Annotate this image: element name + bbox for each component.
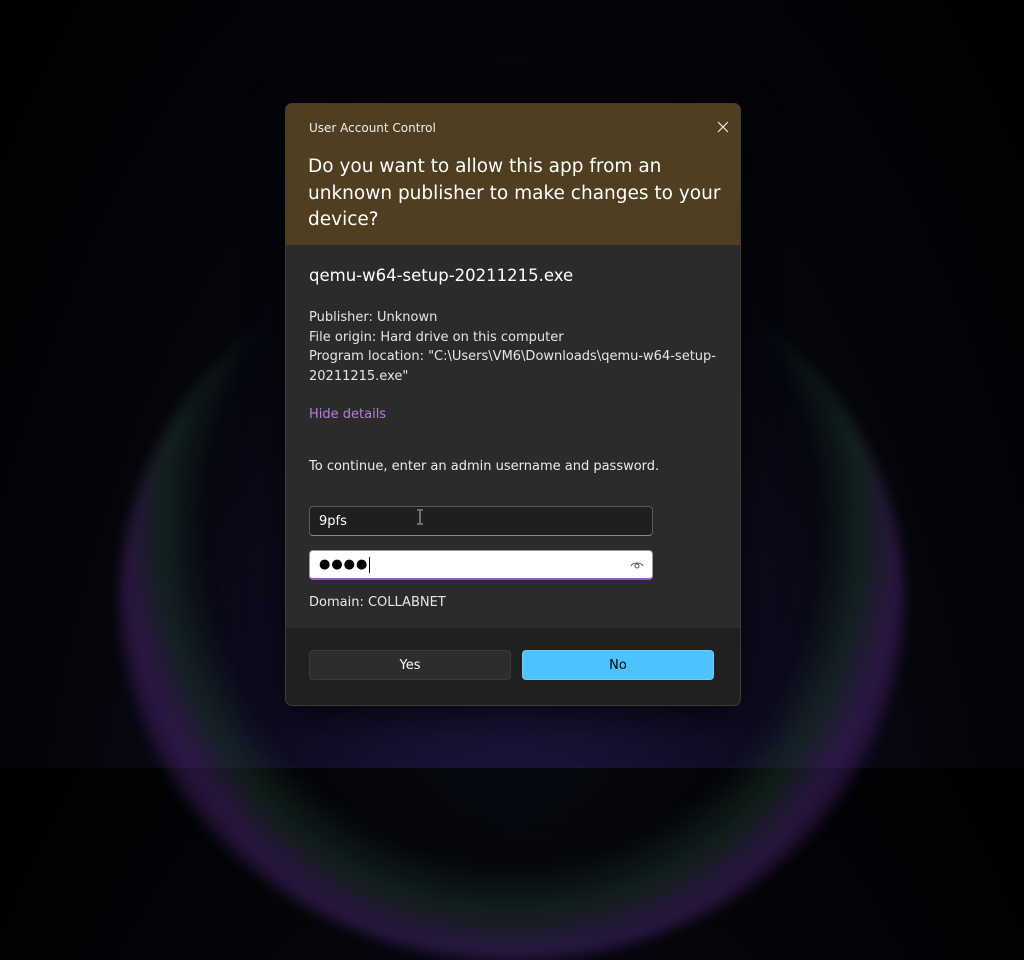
continue-instructions: To continue, enter an admin username and…: [309, 459, 660, 474]
details-section: Publisher: Unknown File origin: Hard dri…: [309, 308, 719, 386]
file-origin-text: File origin: Hard drive on this computer: [309, 329, 564, 345]
uac-dialog: User Account Control Do you want to allo…: [285, 103, 741, 706]
prompt-question: Do you want to allow this app from an un…: [308, 156, 721, 230]
close-button[interactable]: [708, 112, 738, 142]
program-location-text: Program location: "C:\Users\VM6\Download…: [309, 349, 716, 384]
yes-button[interactable]: Yes: [309, 650, 511, 680]
username-value: 9pfs: [319, 513, 347, 529]
domain-text: Domain: COLLABNET: [309, 595, 446, 610]
username-input[interactable]: 9pfs: [309, 506, 653, 536]
publisher-text: Publisher: Unknown: [309, 310, 438, 325]
hide-details-link[interactable]: Hide details: [309, 407, 386, 422]
dialog-footer: Yes No: [286, 628, 740, 705]
text-caret: [369, 556, 371, 573]
eye-icon: [630, 562, 644, 569]
reveal-password-button[interactable]: [628, 557, 646, 573]
dialog-header: User Account Control Do you want to allo…: [286, 104, 740, 245]
dialog-title: User Account Control: [309, 121, 436, 135]
password-input[interactable]: ●●●●: [309, 550, 653, 580]
no-button[interactable]: No: [522, 650, 714, 680]
close-icon: [717, 121, 729, 133]
password-value: ●●●●: [319, 557, 369, 572]
app-name: qemu-w64-setup-20211215.exe: [309, 266, 574, 285]
text-cursor-icon: [417, 509, 423, 525]
